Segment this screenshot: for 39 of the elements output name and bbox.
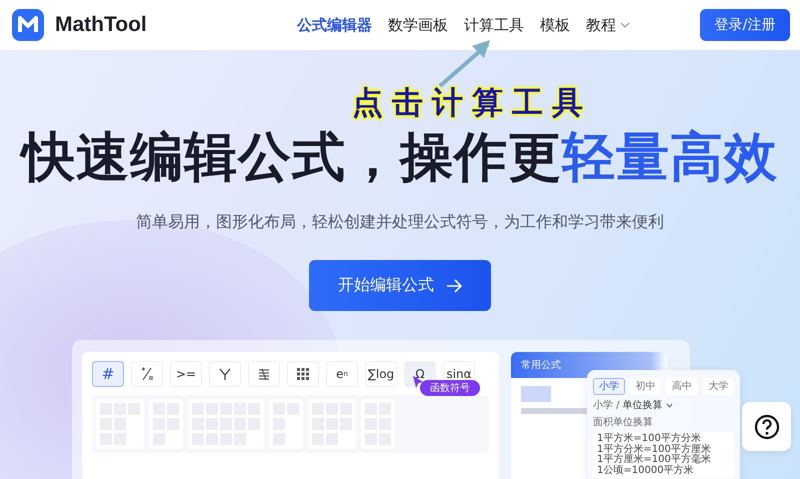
formula-item[interactable]: 1平方厘米=100平方毫米 (597, 455, 730, 466)
nav-link[interactable]: 教程 (586, 16, 630, 34)
matrix-icon (295, 367, 311, 381)
symbol-tab[interactable]: # (92, 361, 124, 387)
start-editing-button[interactable]: 开始编辑公式 (309, 260, 491, 311)
category-dropdown[interactable]: 单位换算 (622, 398, 673, 412)
fork-icon (217, 367, 233, 381)
symbol-tab[interactable] (248, 361, 280, 387)
section-title: 面积单位换算 (593, 416, 654, 429)
stacked-symbols-icon (256, 367, 272, 381)
nav-link[interactable]: 模板 (540, 16, 570, 34)
symbol-tab[interactable] (209, 361, 241, 387)
nav-link[interactable]: 计算工具 (464, 16, 524, 34)
arrow-icon (446, 278, 462, 292)
level-tab[interactable]: 高中 (666, 378, 698, 395)
formula-item[interactable]: 1公顷=10000平方米 (597, 466, 730, 476)
headline: 快速编辑公式，操作更轻量高效 (22, 127, 778, 189)
annotation-label: 点击计算工具 (352, 84, 592, 123)
level-tab[interactable]: 大学 (702, 378, 734, 395)
symbol-tab[interactable]: e$^{n}$ (326, 361, 358, 387)
nav-link[interactable]: 数学画板 (388, 16, 448, 34)
help-button[interactable] (742, 402, 791, 451)
nav-link[interactable]: 公式编辑器 (296, 16, 372, 34)
symbol-tab[interactable]: ∑log (365, 361, 397, 387)
caret-icon (666, 402, 673, 408)
symbol-tab[interactable] (131, 361, 163, 387)
fraction-icon (139, 367, 155, 381)
breadcrumb-link[interactable]: 小学 / (593, 398, 620, 412)
symbol-tab[interactable] (287, 361, 319, 387)
brand-name: MathTool (55, 13, 147, 37)
symbol-tab[interactable]: >= (170, 361, 202, 387)
subtitle: 简单易用，图形化布局，轻松创建并处理公式符号，为工作和学习带来便利 (136, 212, 664, 233)
formula-item[interactable]: 1平方分米=100平方厘米 (597, 444, 730, 455)
formula-item[interactable]: 1平方米=100平方分米 (597, 434, 730, 444)
help-icon (754, 414, 780, 440)
logo-icon[interactable] (12, 9, 44, 41)
level-tab[interactable]: 初中 (630, 378, 661, 395)
login-button[interactable]: 登录/注册 (700, 9, 790, 41)
level-tab[interactable]: 小学 (593, 378, 624, 395)
